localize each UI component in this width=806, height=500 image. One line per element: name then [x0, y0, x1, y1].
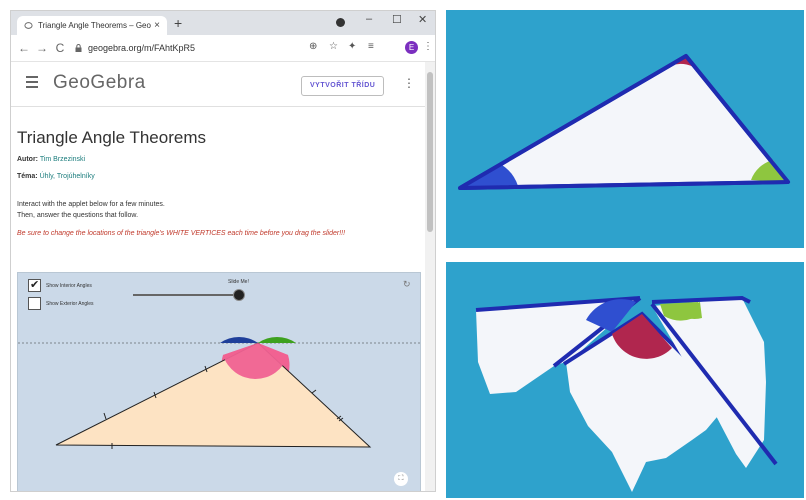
browser-tab[interactable]: Triangle Angle Theorems – GeoG × [17, 16, 167, 35]
warning-text: Be sure to change the locations of the t… [17, 230, 346, 237]
address-bar[interactable]: geogebra.org/m/FAhtKpR5 [75, 43, 275, 53]
tab-title: Triangle Angle Theorems – GeoG [38, 21, 151, 30]
torn-angles-drawing [475, 295, 778, 492]
fullscreen-icon[interactable]: ⛶ [394, 472, 408, 486]
extensions-icon[interactable]: ✦ [348, 41, 356, 52]
zoom-icon[interactable]: ⊕ [309, 41, 317, 52]
scrollbar[interactable] [425, 62, 435, 491]
tab-close-icon[interactable]: × [151, 20, 163, 31]
reading-list-icon[interactable]: ≡ [368, 41, 374, 52]
instruction-line-1: Interact with the applet below for a few… [17, 201, 165, 208]
tab-strip: Triangle Angle Theorems – GeoG × + – ☐ ✕ [11, 11, 435, 35]
lock-icon [75, 44, 82, 52]
url-text: geogebra.org/m/FAhtKpR5 [88, 43, 196, 53]
minimize-button[interactable]: – [366, 13, 372, 25]
more-options-icon[interactable]: ⋮ [403, 76, 415, 90]
geogebra-favicon-icon [24, 22, 33, 29]
reload-button[interactable]: C [51, 41, 69, 55]
page-content: GeoGebra VYTVOŘIT TŘÍDU ⋮ Triangle Angle… [11, 62, 425, 491]
forward-button[interactable]: → [33, 41, 51, 55]
geogebra-header: GeoGebra VYTVOŘIT TŘÍDU ⋮ [11, 62, 425, 107]
slider-label: Slide Me! [228, 279, 249, 285]
author-label: Autor: [17, 156, 38, 163]
author-link[interactable]: Tim Brzezinski [40, 156, 85, 163]
topic-links[interactable]: Úhly, Trojúhelníky [40, 173, 95, 180]
topic-label: Téma: [17, 173, 38, 180]
back-button[interactable]: ← [15, 41, 33, 55]
new-tab-button[interactable]: + [174, 15, 182, 31]
paper-triangle-drawing [458, 54, 790, 190]
close-window-button[interactable]: ✕ [418, 13, 427, 26]
show-exterior-angles-label: Show Exterior Angles [46, 301, 94, 307]
slider-handle[interactable] [233, 289, 245, 301]
bookmark-star-icon[interactable]: ☆ [329, 41, 338, 52]
triangle [55, 342, 372, 448]
browser-menu-icon[interactable]: ⋮ [423, 41, 433, 52]
profile-avatar[interactable]: E [405, 41, 418, 54]
topic-line: Téma: Úhly, Trojúhelníky [17, 173, 95, 180]
maximize-button[interactable]: ☐ [392, 13, 402, 26]
green-angle-arc [258, 336, 296, 343]
show-exterior-angles-checkbox[interactable] [28, 297, 41, 310]
checkmark-icon: ✔ [30, 279, 40, 291]
browser-window: Triangle Angle Theorems – GeoG × + – ☐ ✕… [10, 10, 436, 492]
media-indicator-icon[interactable] [336, 18, 345, 27]
geogebra-logo[interactable]: GeoGebra [53, 72, 146, 94]
show-interior-angles-checkbox[interactable]: ✔ [28, 279, 41, 292]
create-class-button[interactable]: VYTVOŘIT TŘÍDU [301, 76, 385, 96]
reset-icon[interactable]: ↻ [403, 279, 411, 290]
geogebra-applet[interactable]: ✔ Show Interior Angles Show Exterior Ang… [17, 272, 421, 491]
author-line: Autor: Tim Brzezinski [17, 156, 85, 163]
hamburger-menu-icon[interactable] [26, 76, 38, 91]
photo-paper-triangle [446, 10, 804, 248]
instructions: Interact with the applet below for a few… [17, 199, 165, 221]
scrollbar-thumb[interactable] [427, 72, 433, 232]
photo-torn-angles [446, 262, 804, 498]
show-interior-angles-label: Show Interior Angles [46, 283, 92, 289]
blue-angle-arc [220, 336, 258, 343]
slider-track[interactable] [133, 294, 238, 296]
page-title: Triangle Angle Theorems [17, 128, 206, 147]
instruction-line-2: Then, answer the questions that follow. [17, 212, 139, 219]
